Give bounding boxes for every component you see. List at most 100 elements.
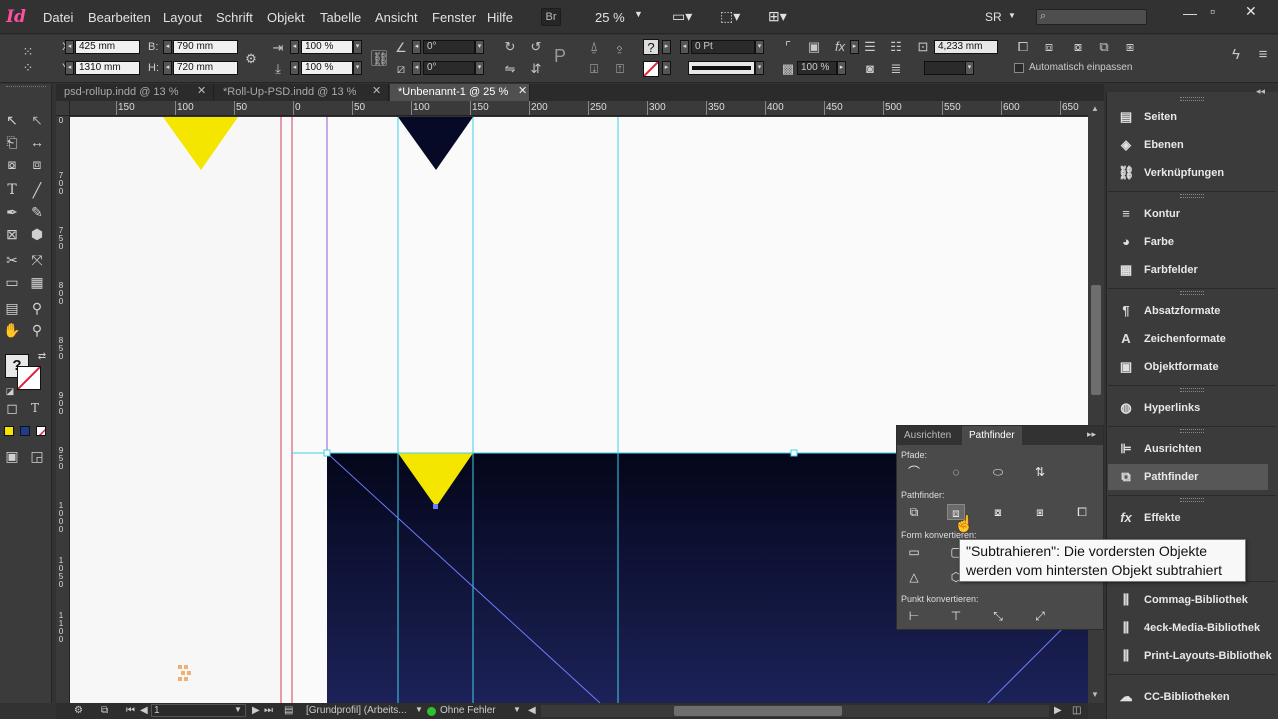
stroke-none-icon[interactable]: [643, 61, 659, 77]
stroke-weight-input[interactable]: 0 Pt: [691, 40, 755, 54]
drop-shadow-icon[interactable]: ▣: [806, 39, 822, 55]
apply-color-icon[interactable]: [4, 426, 14, 436]
workspace-switcher[interactable]: SR: [985, 10, 1002, 24]
help-search-input[interactable]: ⌕: [1036, 9, 1147, 25]
scale-y-dropdown[interactable]: ▾: [353, 61, 362, 75]
close-icon[interactable]: ✕: [518, 84, 527, 97]
dock-item-hyperlinks[interactable]: ◍ Hyperlinks: [1108, 395, 1268, 421]
corner-point-icon[interactable]: ⊤: [947, 608, 965, 624]
panel-group-grip[interactable]: [1180, 498, 1204, 502]
opacity-input[interactable]: 100 %: [797, 61, 837, 75]
width-stepper[interactable]: ◂: [163, 40, 172, 54]
collapse-panels-icon[interactable]: ◂◂: [1256, 86, 1265, 97]
horizontal-scrollbar-thumb[interactable]: [674, 706, 842, 716]
center-content-icon[interactable]: ⧆: [1122, 39, 1138, 55]
menu-hilfe[interactable]: Hilfe: [487, 10, 513, 25]
flip-vertical-icon[interactable]: ⇵: [528, 61, 544, 77]
frame-fitting-dropdown[interactable]: ▾: [965, 61, 974, 75]
reference-point-grid-icon[interactable]: ⁘: [20, 60, 36, 76]
dock-item-farbe[interactable]: ◕ Farbe: [1108, 229, 1268, 255]
panel-group-grip[interactable]: [1180, 429, 1204, 433]
maximize-button[interactable]: ▫: [1210, 3, 1215, 19]
zoom-dropdown-icon[interactable]: ▼: [634, 9, 643, 19]
x-input[interactable]: 425 mm: [75, 40, 140, 54]
dock-item-absatzformate[interactable]: ¶ Absatzformate: [1108, 298, 1268, 324]
reverse-path-icon[interactable]: ⇅: [1031, 464, 1049, 480]
gradient-feather-tool-icon[interactable]: ▦: [27, 272, 47, 292]
rectangle-frame-tool-icon[interactable]: ⊠: [2, 224, 22, 244]
menu-ansicht[interactable]: Ansicht: [375, 10, 418, 25]
y-input[interactable]: 1310 mm: [75, 61, 140, 75]
menu-fenster[interactable]: Fenster: [432, 10, 476, 25]
dock-item-kontur[interactable]: ≡ Kontur: [1108, 201, 1268, 227]
select-content-icon[interactable]: ⍚: [612, 39, 628, 55]
apply-none-icon[interactable]: [36, 426, 46, 436]
scale-x-stepper[interactable]: ◂: [290, 40, 299, 54]
close-icon[interactable]: ✕: [372, 84, 381, 97]
content-collector-icon[interactable]: ⧇: [2, 154, 22, 174]
tab-unbenannt-1[interactable]: *Unbenannt-1 @ 25 %: [390, 84, 530, 101]
scroll-down-icon[interactable]: ▼: [1091, 690, 1099, 699]
dock-item-pathfinder[interactable]: ⧉ Pathfinder: [1108, 464, 1268, 490]
height-input[interactable]: 720 mm: [173, 61, 238, 75]
text-wrap-none-icon[interactable]: ☰: [862, 39, 878, 55]
hand-tool-icon[interactable]: ✋: [2, 320, 22, 340]
polygon-tool-icon[interactable]: ⬢: [27, 224, 47, 244]
rotate-stepper[interactable]: ◂: [412, 40, 421, 54]
view-options-icon[interactable]: ▭▾: [672, 8, 692, 25]
navy-triangle-top[interactable]: [398, 117, 473, 170]
preflight-profile[interactable]: [Grundprofil] (Arbeits...: [306, 705, 407, 716]
flip-horizontal-icon[interactable]: ⇋: [502, 61, 518, 77]
stroke-dropdown[interactable]: ▸: [662, 61, 671, 75]
gradient-swatch-tool-icon[interactable]: ▭: [2, 272, 22, 292]
vertical-ruler[interactable]: 0 7 0 0 7 5 0 8 0 0 8 5 0 9 0 0 9 5 0 1 0 0 0 1 …: [56, 101, 70, 703]
dock-item-ebenen[interactable]: ◈ Ebenen: [1108, 132, 1268, 158]
open-path-icon[interactable]: ◌: [947, 464, 965, 480]
dock-item-print-layouts-bibliothek[interactable]: ⫼ Print-Layouts-Bibliothek: [1108, 643, 1272, 669]
y-stepper[interactable]: ◂: [65, 61, 74, 75]
open-in-window-icon[interactable]: ⧉: [101, 705, 108, 716]
fx-icon[interactable]: fx: [832, 39, 848, 55]
arrange-documents-icon[interactable]: ⊞▾: [768, 8, 787, 25]
text-wrap-shape-icon[interactable]: ◙: [862, 61, 878, 77]
fill-dropdown[interactable]: ▸: [662, 40, 671, 54]
bridge-button[interactable]: Br: [541, 8, 561, 26]
select-previous-icon[interactable]: ⍗: [586, 61, 602, 77]
shear-stepper[interactable]: ◂: [412, 61, 421, 75]
dock-item-farbfelder[interactable]: ▦ Farbfelder: [1108, 257, 1268, 283]
width-input[interactable]: 790 mm: [173, 40, 238, 54]
next-page-icon[interactable]: ▶: [252, 705, 260, 716]
split-window-icon[interactable]: ◫: [1072, 705, 1081, 716]
fill-proportional-icon[interactable]: ⧉: [1096, 39, 1112, 55]
dock-item-seiten[interactable]: ▤ Seiten: [1108, 104, 1268, 130]
preflight-icon[interactable]: ⚙: [74, 705, 83, 716]
select-next-icon[interactable]: ⍐: [612, 61, 628, 77]
minimize-button[interactable]: —: [1183, 5, 1197, 21]
stroke-type-dropdown[interactable]: ▾: [755, 61, 764, 75]
rotate-dropdown[interactable]: ▾: [475, 40, 484, 54]
quick-apply-icon[interactable]: ϟ: [1228, 47, 1244, 63]
smooth-point-icon[interactable]: ⤡: [989, 608, 1007, 624]
dock-item-cc-bibliotheken[interactable]: ☁ CC-Bibliotheken: [1108, 684, 1268, 710]
tab-ausrichten[interactable]: Ausrichten: [897, 426, 958, 445]
fit-frame-icon[interactable]: ⧈: [1041, 39, 1057, 55]
text-wrap-jump-icon[interactable]: ≣: [888, 61, 904, 77]
x-stepper[interactable]: ◂: [65, 40, 74, 54]
scroll-left-icon[interactable]: ◀: [528, 705, 536, 716]
selection-handle[interactable]: [323, 449, 331, 457]
dock-item-ausrichten[interactable]: ⊫ Ausrichten: [1108, 436, 1268, 462]
dock-item-commag-bibliothek[interactable]: ⫼ Commag-Bibliothek: [1108, 587, 1268, 613]
rotate-input[interactable]: 0°: [423, 40, 475, 54]
menu-layout[interactable]: Layout: [163, 10, 202, 25]
close-button[interactable]: ✕: [1245, 3, 1257, 20]
menu-schrift[interactable]: Schrift: [216, 10, 253, 25]
panel-group-grip[interactable]: [1180, 97, 1204, 101]
first-page-icon[interactable]: ⏮: [126, 705, 135, 716]
anchor-point[interactable]: [433, 504, 438, 509]
rotate-ccw-icon[interactable]: ↺: [528, 39, 544, 55]
formatting-affects-container-icon[interactable]: ◻: [2, 398, 22, 418]
control-panel-menu-icon[interactable]: ≡: [1255, 47, 1271, 63]
vertical-scrollbar-thumb[interactable]: [1091, 285, 1101, 395]
text-wrap-bbox-icon[interactable]: ☷: [888, 39, 904, 55]
menu-objekt[interactable]: Objekt: [267, 10, 305, 25]
